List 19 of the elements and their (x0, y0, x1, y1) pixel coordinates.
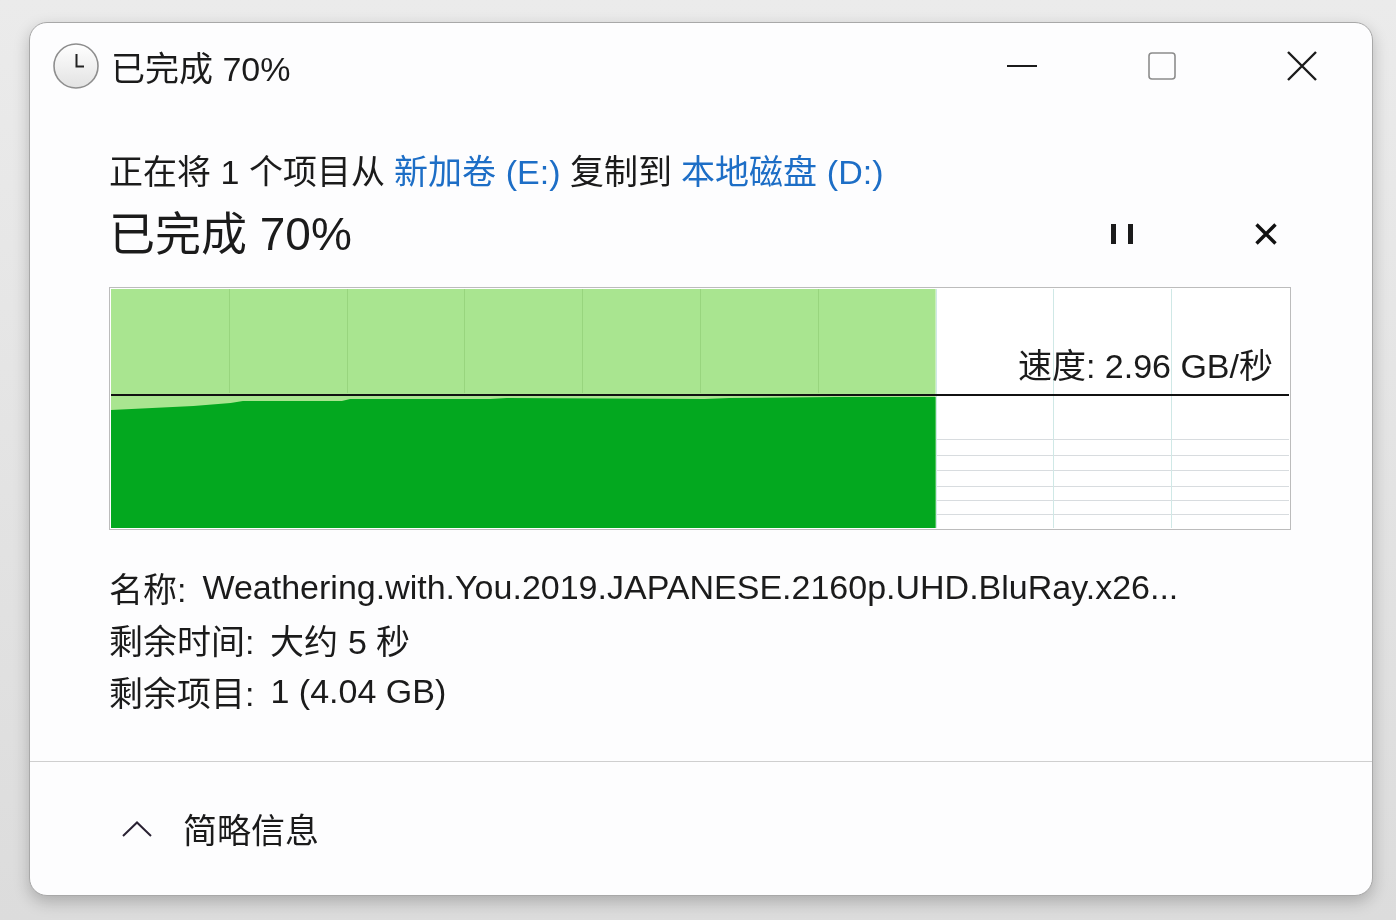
detail-label: 名称: (109, 569, 187, 611)
fewer-details-button[interactable]: 简略信息 (110, 796, 331, 861)
maximize-icon (1148, 52, 1176, 80)
progress-heading: 已完成 70% (109, 207, 353, 262)
detail-value: Weathering.with.You.2019.JAPANESE.2160p.UHD.BluRay.x26... (202, 567, 1179, 607)
drive-link[interactable]: 本地磁盘 (D:) (681, 153, 884, 191)
close-icon (1287, 51, 1317, 81)
pause-icon (1111, 224, 1133, 244)
drive-link[interactable]: 新加卷 (E:) (394, 153, 561, 191)
minimize-icon (1007, 65, 1037, 67)
copy-description: 正在将 1 个项目从 新加卷 (E:) 复制到 本地磁盘 (D:) (109, 152, 885, 193)
detail-value: 1 (4.04 GB) (270, 671, 447, 711)
cancel-icon (1255, 223, 1277, 245)
window-title: 已完成 70% (111, 48, 292, 90)
detail-label: 剩余时间: (109, 621, 255, 663)
clock-icon (53, 43, 99, 89)
speed-label: 速度: 2.96 GB/秒 (1017, 346, 1273, 387)
detail-label: 剩余项目: (109, 673, 255, 715)
detail-value: 大约 5 秒 (270, 621, 411, 663)
